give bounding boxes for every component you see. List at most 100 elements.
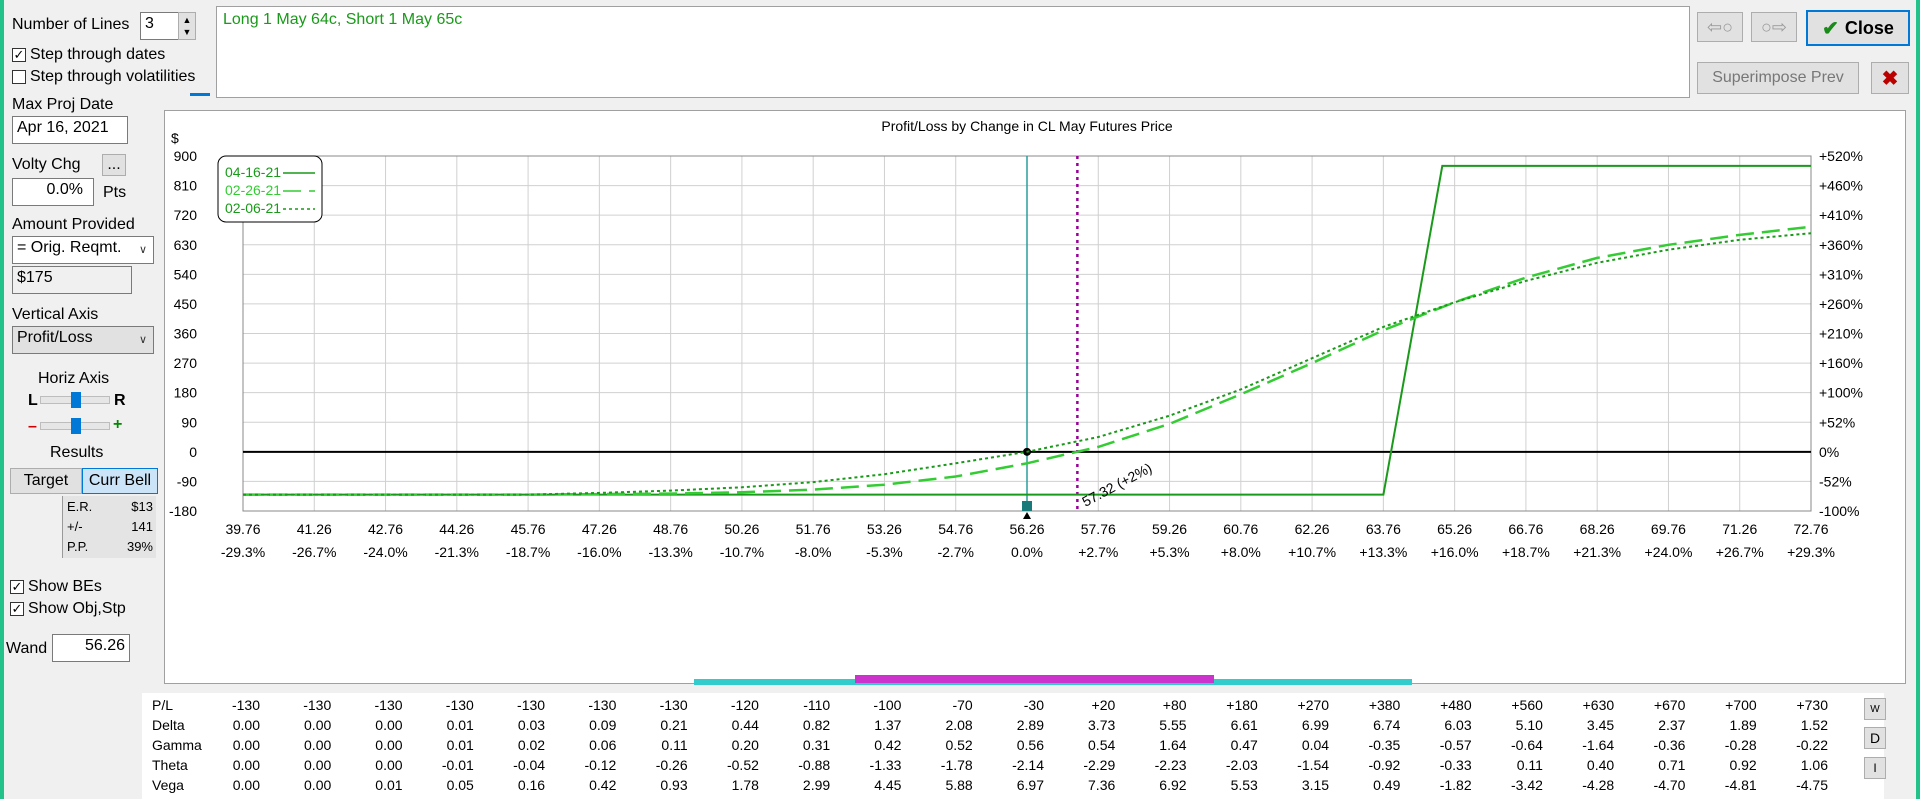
greek-value: 0.20 (731, 737, 759, 753)
amount-provided-select[interactable]: = Orig. Reqmt. ∨ (12, 236, 154, 264)
range-bars (694, 675, 1412, 685)
close-icon: ✖ (1881, 67, 1899, 90)
show-bes-checkbox[interactable]: ✓ Show BEs (10, 578, 102, 596)
greek-value: -110 (803, 697, 831, 713)
step-dates-checkbox[interactable]: ✓ Step through dates (12, 46, 165, 64)
detail-button[interactable]: D (1864, 727, 1886, 749)
number-of-lines-label: Number of Lines (12, 16, 130, 33)
greek-value: -0.36 (1653, 737, 1686, 753)
greek-value: 0.21 (660, 717, 688, 733)
step-dates-check-icon[interactable]: ✓ (12, 48, 26, 62)
show-bes-label: Show BEs (28, 578, 102, 595)
y2-tick-label: +410% (1819, 207, 1863, 223)
x-tick-label: 54.76 (938, 521, 973, 537)
close-button[interactable]: ✔ Close (1806, 10, 1910, 46)
y-tick-label: -90 (177, 473, 197, 489)
spinner-up-icon[interactable]: ▲ (183, 14, 192, 26)
step-vols-check-icon[interactable] (12, 70, 26, 84)
x2-tick-label: +29.3% (1787, 544, 1835, 560)
chart-panel[interactable]: 900 +520% 810 +460% 720 +410% 630 +360% 540 +310%… (164, 110, 1907, 685)
greek-value: 6.97 (1016, 777, 1044, 793)
curr-bell-button[interactable]: Curr Bell (82, 468, 158, 494)
superimpose-prev-button[interactable]: Superimpose Prev (1697, 62, 1859, 94)
greek-value: -0.35 (1368, 737, 1401, 753)
volty-more-button[interactable]: ... (102, 154, 126, 176)
greek-value: 1.06 (1800, 757, 1828, 773)
greek-value: 2.99 (802, 777, 831, 793)
greek-value: -0.12 (584, 757, 617, 773)
wand-label: Wand (6, 640, 48, 657)
width-button[interactable]: W (1864, 698, 1886, 720)
x2-tick-label: +24.0% (1645, 544, 1693, 560)
y2-tick-label: +360% (1819, 237, 1863, 253)
greek-value: +180 (1226, 697, 1258, 713)
x2-tick-label: -18.7% (506, 544, 550, 560)
position-description[interactable]: Long 1 May 64c, Short 1 May 65c (216, 6, 1690, 98)
greek-value: 0.00 (375, 717, 403, 733)
prev-arrow-button[interactable]: ⇦○ (1697, 12, 1743, 42)
greek-value: 0.47 (1230, 737, 1258, 753)
volty-chg-input[interactable]: 0.0% (12, 178, 94, 206)
x2-tick-label: +16.0% (1431, 544, 1479, 560)
show-objstp-check-icon[interactable]: ✓ (10, 602, 24, 616)
close-x-button[interactable]: ✖ (1871, 62, 1909, 94)
greek-value: 0.05 (446, 777, 474, 793)
x-tick-label: 69.76 (1651, 521, 1686, 537)
pl-chart[interactable]: 900 +520%810 +460%720 +410%630 +360%540 +310%… (165, 111, 1907, 685)
chevron-down-icon[interactable]: ∨ (139, 333, 147, 346)
wand-pointer (1023, 512, 1031, 519)
greek-value: 0.06 (589, 737, 617, 753)
greek-value: -1.33 (869, 757, 902, 773)
greek-value: 6.74 (1373, 717, 1401, 733)
horiz-zoom-thumb[interactable] (71, 418, 81, 434)
y2-tick-label: +52% (1819, 414, 1855, 430)
greek-value: -130 (659, 697, 688, 713)
y-tick-label: -180 (169, 503, 197, 519)
x2-tick-label: -13.3% (648, 544, 692, 560)
vertical-axis-select[interactable]: Profit/Loss ∨ (12, 326, 154, 354)
wand-input[interactable]: 56.26 (52, 634, 130, 662)
show-objstp-checkbox[interactable]: ✓ Show Obj,Stp (10, 600, 126, 618)
max-proj-date-input[interactable]: Apr 16, 2021 (12, 116, 128, 144)
chevron-down-icon[interactable]: ∨ (139, 243, 147, 256)
step-vols-checkbox[interactable]: Step through volatilities (12, 68, 195, 86)
greek-value: -0.92 (1368, 757, 1401, 773)
y-tick-label: 90 (181, 414, 197, 430)
greek-value: -130 (374, 697, 403, 713)
lines-spinner[interactable]: ▲ ▼ (178, 12, 196, 40)
greek-row: P/L -130 -130 -130 -130 -130 -130 -130 -120 -110-… (142, 697, 1884, 717)
next-arrow-button[interactable]: ○⇨ (1751, 12, 1797, 42)
greek-value: +560 (1511, 697, 1543, 713)
x-tick-label: 68.26 (1580, 521, 1615, 537)
greek-value: -1.78 (940, 757, 973, 773)
greek-value: 0.44 (731, 717, 759, 733)
x2-tick-label: -21.3% (435, 544, 479, 560)
greek-row: Gamma 0.00 0.00 0.00 0.01 0.02 0.06 0.11 0.20 0.3… (142, 737, 1884, 757)
greek-value: 0.09 (589, 717, 617, 733)
greek-value: 6.61 (1230, 717, 1258, 733)
greek-value: 0.54 (1088, 737, 1116, 753)
horiz-pan-thumb[interactable] (71, 392, 81, 408)
wand-marker (1022, 501, 1032, 511)
spinner-down-icon[interactable]: ▼ (183, 26, 192, 38)
step-slider-thumb[interactable] (190, 86, 210, 96)
result-value: 39% (126, 539, 153, 554)
y2-tick-label: -52% (1819, 473, 1852, 489)
greek-value: 5.88 (945, 777, 973, 793)
greek-value: 0.11 (1516, 757, 1543, 773)
greek-value: 0.56 (1016, 737, 1044, 753)
show-bes-check-icon[interactable]: ✓ (10, 580, 24, 594)
greek-value: -70 (952, 697, 973, 713)
target-price-label: 57.32 (+2%) (1079, 460, 1154, 510)
target-button[interactable]: Target (10, 468, 82, 494)
greek-value: -0.04 (513, 757, 546, 773)
greek-row: Theta 0.00 0.00 0.00 -0.01 -0.04 -0.12 -0.26 -0.… (142, 757, 1884, 777)
number-of-lines-input[interactable]: 3 (140, 12, 180, 40)
greek-value: -30 (1023, 697, 1044, 713)
info-button[interactable]: I (1864, 757, 1886, 779)
greek-value: 2.08 (945, 717, 973, 733)
greek-value: 0.00 (304, 737, 332, 753)
greek-value: -130 (231, 697, 260, 713)
x-tick-label: 53.26 (867, 521, 902, 537)
x2-tick-label: -16.0% (577, 544, 621, 560)
